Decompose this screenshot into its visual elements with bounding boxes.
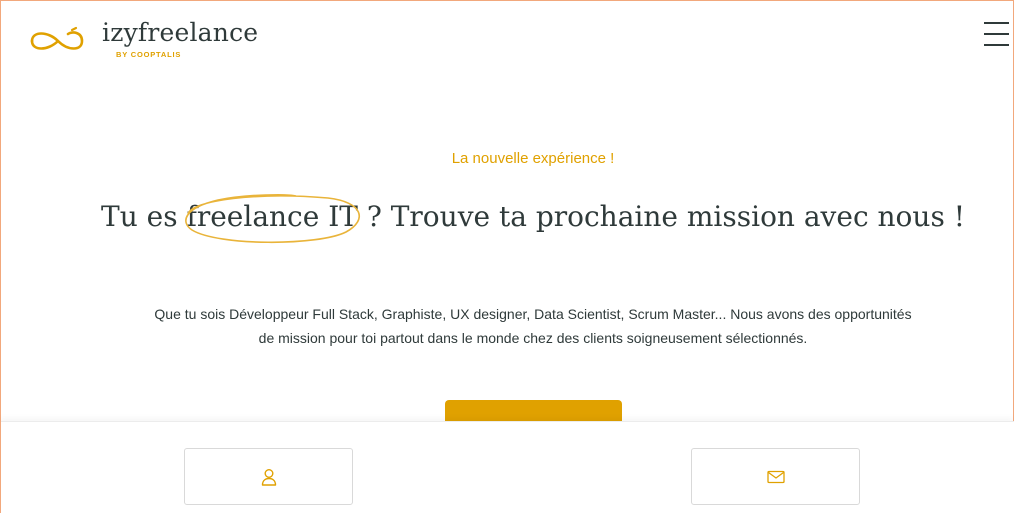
- hamburger-menu-icon[interactable]: [984, 20, 1009, 52]
- site-header: izyfreelance BY COOPTALIS: [0, 0, 1014, 70]
- brand-logo[interactable]: izyfreelance BY COOPTALIS: [28, 18, 268, 63]
- hero-title-highlight-wrap: freelance IT: [185, 194, 361, 244]
- infinity-logo-icon: [30, 26, 84, 50]
- hero-kicker: La nouvelle expérience !: [451, 150, 615, 167]
- hero-title-before: Tu es: [101, 200, 187, 233]
- hand-drawn-circle-icon: [185, 194, 361, 244]
- mail-icon: [766, 470, 785, 483]
- hero-title: Tu es freelance IT ? Trouve ta prochaine…: [85, 194, 981, 244]
- brand-name: izyfreelance: [102, 18, 259, 47]
- hero-title-after: ? Trouve ta prochaine mission avec nous …: [357, 200, 965, 233]
- brand-tagline: BY COOPTALIS: [116, 50, 182, 59]
- account-button[interactable]: [184, 448, 353, 505]
- bottom-action-bar: [0, 421, 1014, 514]
- hero-description: Que tu sois Développeur Full Stack, Grap…: [154, 306, 912, 346]
- page-frame-left-bottom: [0, 421, 1, 513]
- user-icon: [261, 468, 276, 486]
- contact-button[interactable]: [691, 448, 860, 505]
